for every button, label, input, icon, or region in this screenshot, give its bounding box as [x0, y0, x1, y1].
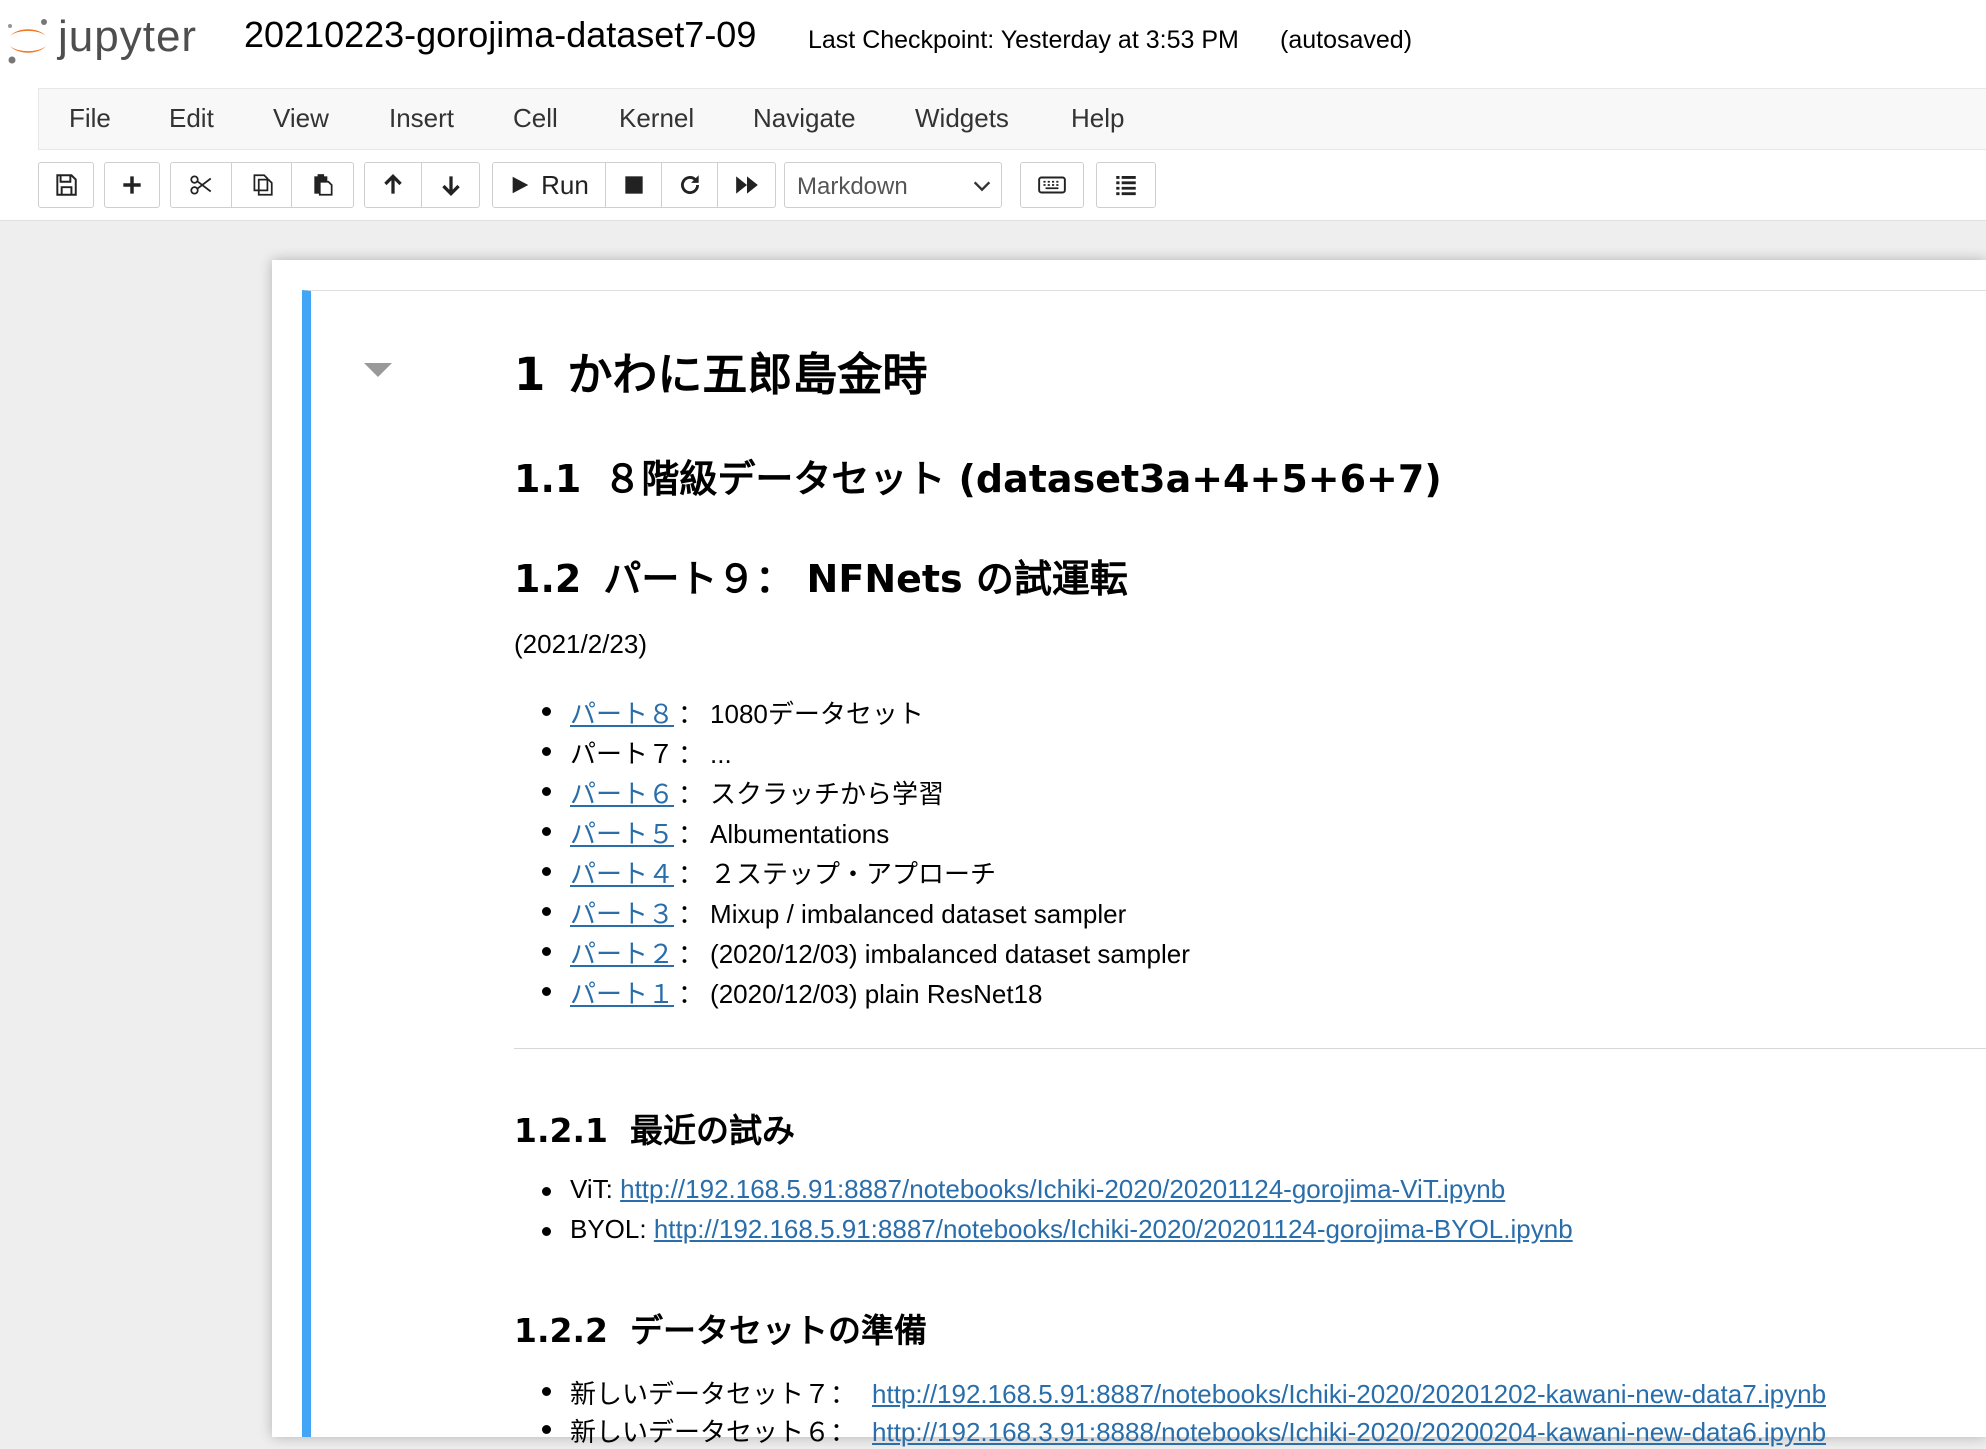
list-item: パート７：... [542, 734, 732, 770]
part5-link[interactable]: パート５ [570, 819, 674, 849]
arrow-up-icon [384, 174, 402, 194]
chevron-down-icon [973, 181, 991, 192]
toc-button[interactable] [1096, 162, 1156, 208]
list-item: パート２： (2020/12/03) imbalanced dataset sam… [542, 934, 1190, 970]
keyboard-icon [1038, 176, 1066, 194]
scissors-icon [190, 175, 212, 195]
move-down-button[interactable] [422, 162, 480, 208]
copy-button[interactable] [232, 162, 292, 208]
save-icon [56, 174, 77, 196]
paste-icon [313, 174, 333, 196]
dataset6-notebook-link[interactable]: http://192.168.3.91:8888/notebooks/Ichik… [872, 1417, 1826, 1447]
menu-bar: File Edit View Insert Cell Kernel Naviga… [38, 88, 1986, 150]
byol-notebook-link[interactable]: http://192.168.5.91:8887/notebooks/Ichik… [654, 1214, 1573, 1244]
move-up-button[interactable] [364, 162, 422, 208]
cell-type-value: Markdown [797, 173, 908, 200]
paste-button[interactable] [292, 162, 354, 208]
list-item: パート６：スクラッチから学習 [542, 774, 944, 810]
jupyter-logo[interactable]: jupyter [4, 8, 197, 72]
heading-1-2: 1.2 パート９： NFNets の試運転 [514, 557, 1128, 601]
toolbar: Run Markdown [0, 162, 1986, 210]
menu-navigate[interactable]: Navigate [753, 103, 856, 134]
arrow-down-icon [441, 176, 460, 196]
list-item: 新しいデータセット７： http://192.168.5.91:8887/note… [542, 1374, 1826, 1410]
stop-icon [624, 176, 643, 194]
dataset7-notebook-link[interactable]: http://192.168.5.91:8887/notebooks/Ichik… [872, 1379, 1826, 1409]
list-item: BYOL: http://192.168.5.91:8887/notebooks… [542, 1214, 1573, 1250]
menu-view[interactable]: View [273, 103, 329, 134]
copy-icon [253, 174, 273, 196]
run-icon [512, 176, 529, 194]
fast-forward-icon [735, 176, 758, 194]
part8-link[interactable]: パート８ [570, 699, 674, 729]
vit-notebook-link[interactable]: http://192.168.5.91:8887/notebooks/Ichik… [620, 1174, 1505, 1204]
save-button[interactable] [38, 162, 94, 208]
menu-insert[interactable]: Insert [389, 103, 454, 134]
part3-link[interactable]: パート３ [570, 899, 674, 929]
menu-cell[interactable]: Cell [513, 103, 558, 134]
list-item: パート１： (2020/12/03) plain ResNet18 [542, 974, 1042, 1010]
menu-help[interactable]: Help [1071, 103, 1124, 134]
heading-1-1: 1.1 ８階級データセット (dataset3a+4+5+6+7) [514, 457, 1442, 501]
list-item: パート８： 1080データセット [542, 694, 924, 730]
notebook-name[interactable]: 20210223-gorojima-dataset7-09 [244, 14, 756, 56]
date-text: (2021/2/23) [514, 629, 647, 659]
menu-kernel[interactable]: Kernel [619, 103, 694, 134]
list-icon [1116, 176, 1136, 196]
plus-icon [123, 176, 141, 194]
autosave-status: (autosaved) [1280, 26, 1413, 54]
part1-link[interactable]: パート１ [570, 979, 674, 1009]
heading-1-2-2: 1.2.2 データセットの準備 [514, 1311, 927, 1350]
command-palette-button[interactable] [1020, 162, 1084, 208]
menu-widgets[interactable]: Widgets [915, 103, 1009, 134]
notebook-header: jupyter 20210223-gorojima-dataset7-09 La… [0, 0, 1986, 221]
list-item: パート５： Albumentations [542, 814, 889, 850]
list-item: 新しいデータセット６： http://192.168.3.91:8888/note… [542, 1412, 1826, 1448]
restart-run-all-button[interactable] [718, 162, 776, 208]
cell-type-select[interactable]: Markdown [784, 162, 1002, 208]
run-label: Run [541, 169, 589, 200]
menu-edit[interactable]: Edit [169, 103, 214, 134]
heading-1: 1 かわに五郎島金時 [514, 348, 928, 401]
insert-cell-button[interactable] [104, 162, 160, 208]
list-item: パート４： ２ステップ・アプローチ [542, 854, 996, 890]
list-item: ViT: http://192.168.5.91:8887/notebooks/… [542, 1174, 1505, 1210]
heading-1-2-1: 1.2.1 最近の試み [514, 1111, 795, 1150]
list-item: パート３： Mixup / imbalanced dataset sampler [542, 894, 1126, 930]
cut-button[interactable] [170, 162, 232, 208]
restart-icon [680, 175, 699, 194]
checkpoint-status: Last Checkpoint: Yesterday at 3:53 PM [808, 26, 1239, 54]
collapse-heading-icon[interactable] [362, 360, 394, 380]
part2-link[interactable]: パート２ [570, 939, 674, 969]
interrupt-button[interactable] [606, 162, 662, 208]
run-button[interactable]: Run [492, 162, 606, 208]
restart-button[interactable] [662, 162, 718, 208]
jupyter-logo-icon [8, 19, 47, 64]
horizontal-rule [514, 1048, 1986, 1049]
menu-file[interactable]: File [69, 103, 111, 134]
jupyter-wordmark: jupyter [58, 12, 198, 61]
part6-link[interactable]: パート６ [570, 779, 674, 809]
part4-link[interactable]: パート４ [570, 859, 674, 889]
